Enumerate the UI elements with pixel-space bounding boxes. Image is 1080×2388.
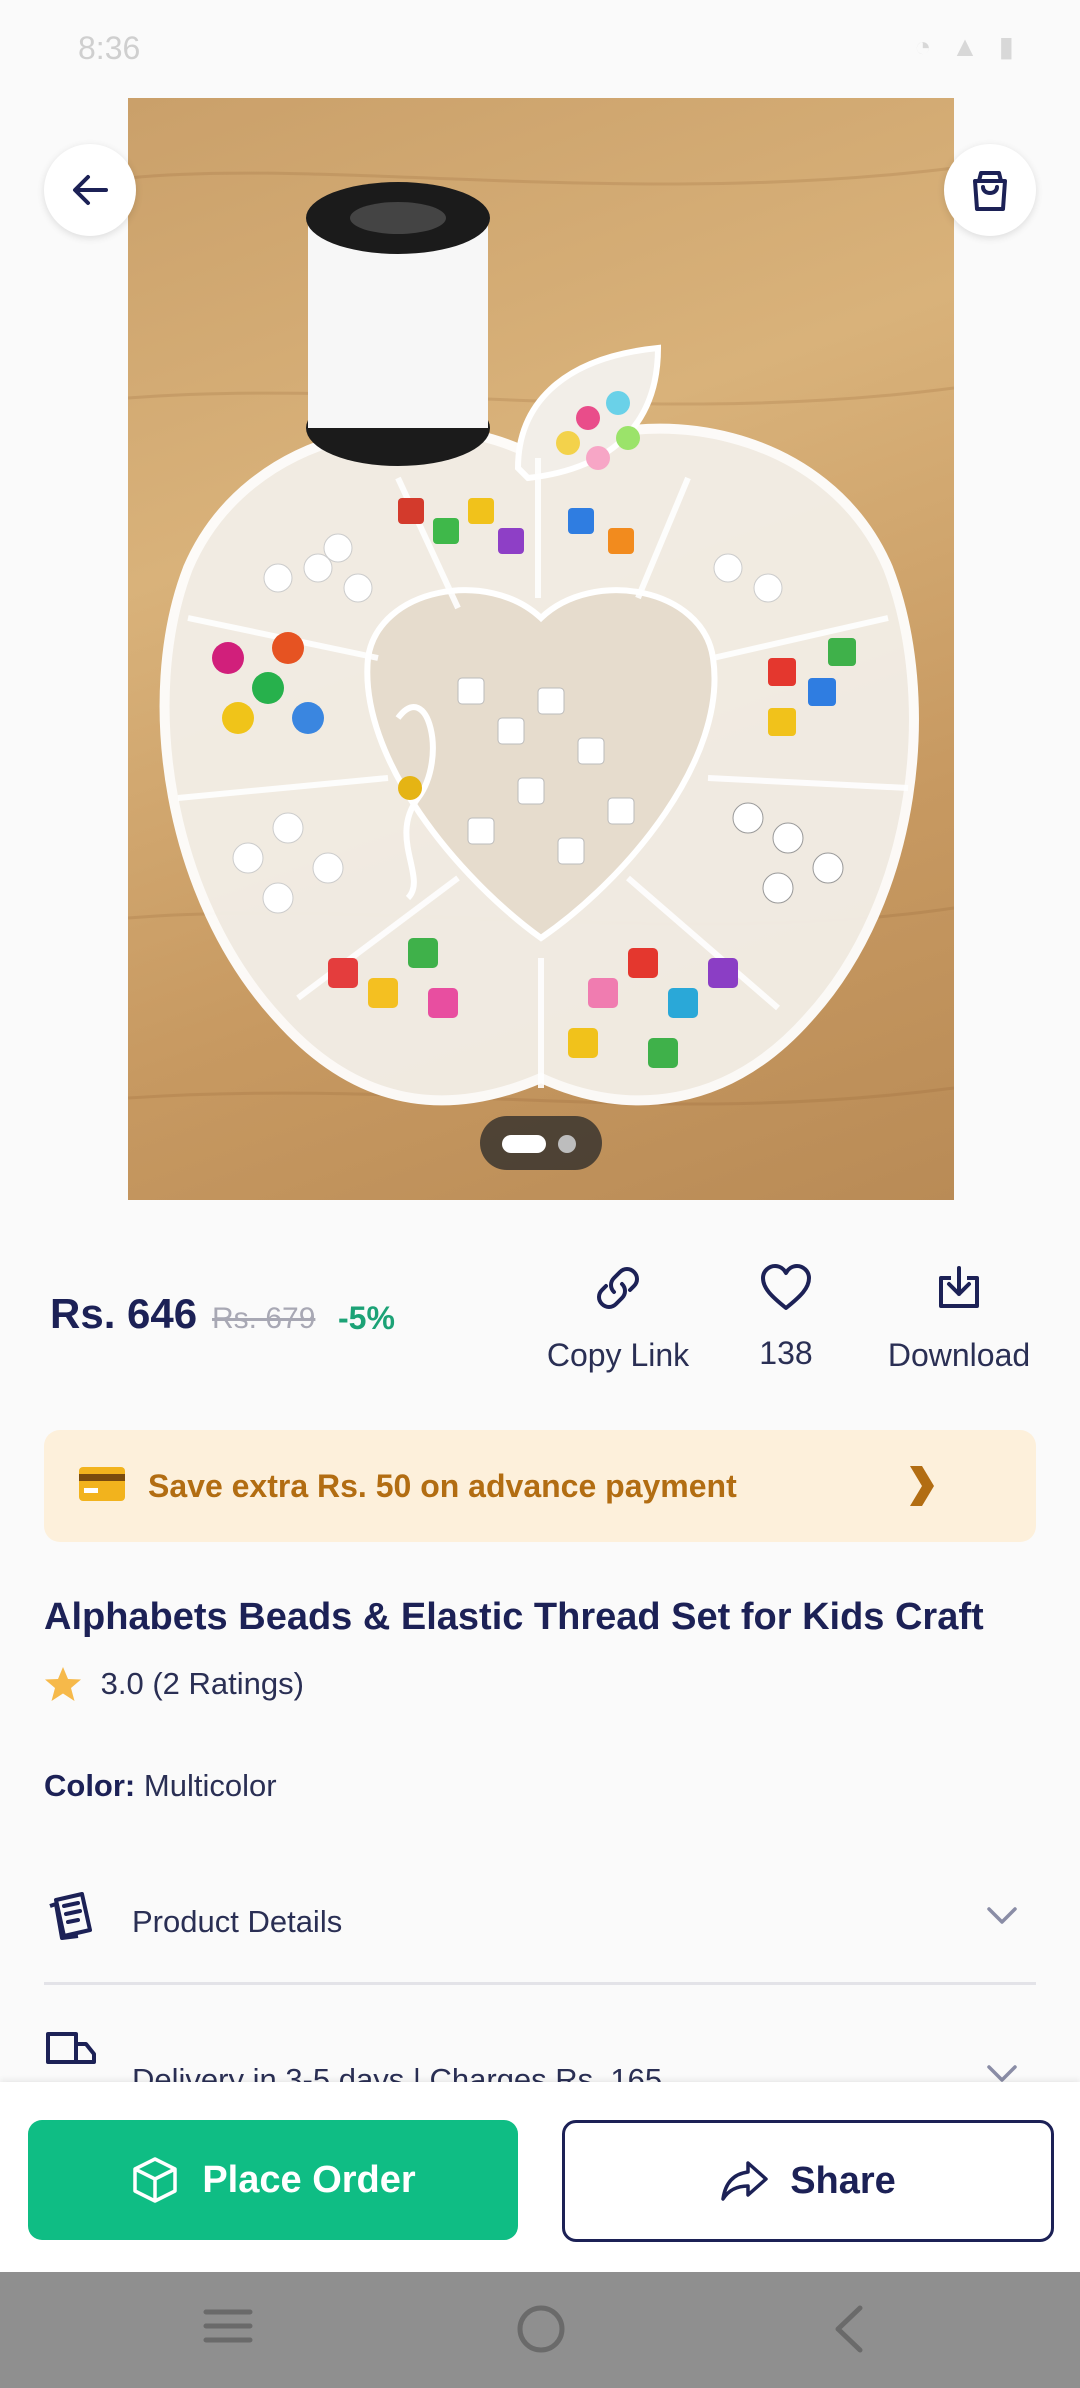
status-icons: ◔ ▲ ▮ (914, 31, 1020, 62)
offer-text: Save extra Rs. 50 on advance payment (148, 1468, 737, 1504)
color-value: Multicolor (143, 1768, 277, 1803)
original-price: Rs. 679 (212, 1302, 316, 1335)
place-order-label: Place Order (202, 2158, 416, 2201)
back-button[interactable] (44, 144, 136, 236)
like-count: 138 (759, 1335, 813, 1371)
download-icon (939, 1266, 979, 1308)
link-icon (597, 1267, 639, 1309)
product-image (128, 166, 954, 1106)
carousel-dot[interactable] (558, 1135, 576, 1153)
box-icon (133, 2157, 178, 2203)
share-label: Share (790, 2159, 896, 2202)
advance-payment-offer-banner[interactable]: Save extra Rs. 50 on advance payment (44, 1430, 1036, 1542)
copy-link-button[interactable]: Copy Link (540, 1262, 696, 1374)
color-attribute: Color: Multicolor (44, 1768, 277, 1804)
price: Rs. 646 (50, 1290, 198, 1337)
heart-icon (761, 1264, 811, 1310)
system-navigation-bar (0, 2272, 1080, 2388)
shopping-bag-icon (973, 171, 1007, 211)
download-label: Download (887, 1337, 1031, 1373)
like-button[interactable]: 138 (736, 1262, 836, 1372)
back-arrow-icon (73, 175, 108, 205)
rating-text: 3.0 (2 Ratings) (100, 1665, 304, 1701)
copy-link-label: Copy Link (546, 1337, 690, 1373)
carousel-dot-active[interactable] (502, 1135, 546, 1153)
place-order-button[interactable]: Place Order (28, 2120, 518, 2240)
download-button[interactable]: Download (876, 1262, 1042, 1374)
document-icon (49, 1892, 92, 1940)
recent-apps-icon[interactable] (202, 2304, 254, 2348)
rating-summary[interactable]: 3.0 (2 Ratings) (44, 1664, 304, 1702)
delivery-accordion[interactable]: Delivery in 3-5 days | Charges Rs. 165 (44, 2014, 1036, 2084)
truck-icon (46, 2032, 96, 2064)
product-details-label: Product Details (132, 1904, 343, 1939)
status-bar: 8:36 ◔ ▲ ▮ (0, 0, 1080, 96)
credit-card-icon (79, 1467, 125, 1501)
star-icon (45, 1666, 81, 1701)
cart-button[interactable] (944, 144, 1036, 236)
product-title: Alphabets Beads & Elastic Thread Set for… (44, 1596, 984, 1638)
bottom-action-bar: Place Order Share (0, 2082, 1080, 2272)
share-icon (721, 2161, 768, 2201)
back-nav-icon[interactable] (830, 2304, 866, 2354)
status-time: 8:36 (78, 30, 141, 66)
product-image-carousel[interactable] (128, 98, 954, 1200)
color-label: Color: (44, 1768, 136, 1803)
delivery-label: Delivery in 3-5 days | Charges Rs. 165 (132, 2062, 663, 2084)
carousel-indicator[interactable] (480, 1116, 602, 1170)
chevron-right-icon (910, 1466, 934, 1506)
discount-badge: -5% (338, 1300, 395, 1336)
chevron-down-icon (987, 2065, 1017, 2082)
product-details-accordion[interactable]: Product Details (44, 1862, 1036, 1985)
home-icon[interactable] (516, 2304, 566, 2354)
share-button[interactable]: Share (562, 2120, 1054, 2242)
chevron-down-icon (987, 1907, 1017, 1924)
